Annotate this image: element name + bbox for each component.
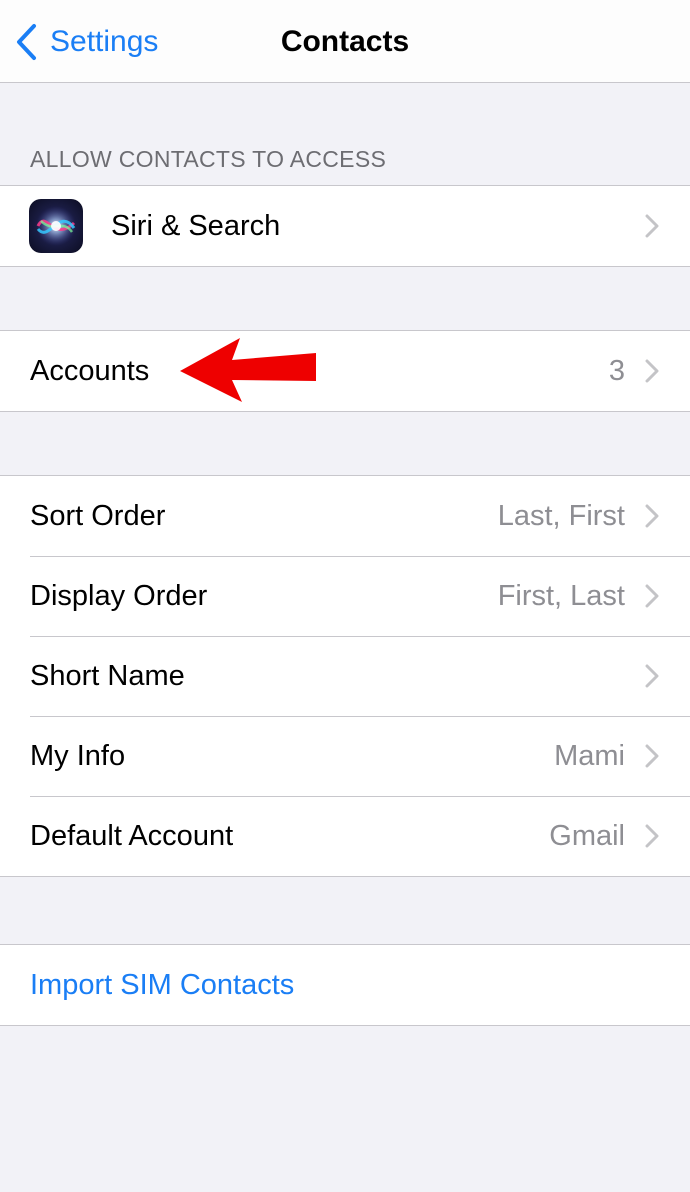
chevron-right-icon bbox=[645, 744, 659, 768]
siri-icon bbox=[29, 199, 83, 253]
navigation-bar: Settings Contacts bbox=[0, 0, 690, 83]
accounts-group: Accounts 3 bbox=[0, 330, 690, 412]
siri-search-label: Siri & Search bbox=[111, 209, 281, 242]
page-title: Contacts bbox=[280, 25, 410, 58]
chevron-right-icon bbox=[645, 214, 659, 238]
default-account-row[interactable]: Default Account Gmail bbox=[0, 796, 690, 876]
display-order-value: First, Last bbox=[497, 579, 625, 612]
my-info-row[interactable]: My Info Mami bbox=[0, 716, 690, 796]
red-arrow-annotation bbox=[180, 338, 316, 402]
section-header-allow-access: ALLOW CONTACTS TO ACCESS bbox=[30, 146, 387, 172]
import-sim-contacts-button[interactable]: Import SIM Contacts bbox=[0, 945, 690, 1025]
chevron-right-icon bbox=[645, 824, 659, 848]
import-group: Import SIM Contacts bbox=[0, 944, 690, 1026]
contacts-settings-group: Sort Order Last, First Display Order Fir… bbox=[0, 475, 690, 877]
siri-search-row[interactable]: Siri & Search bbox=[0, 186, 690, 266]
sort-order-label: Sort Order bbox=[30, 499, 166, 532]
chevron-right-icon bbox=[645, 584, 659, 608]
short-name-row[interactable]: Short Name bbox=[0, 636, 690, 716]
chevron-right-icon bbox=[645, 504, 659, 528]
accounts-label: Accounts bbox=[30, 354, 150, 387]
sort-order-value: Last, First bbox=[497, 499, 625, 532]
accounts-row[interactable]: Accounts 3 bbox=[0, 331, 690, 411]
chevron-right-icon bbox=[645, 359, 659, 383]
my-info-value: Mami bbox=[554, 739, 625, 772]
sort-order-row[interactable]: Sort Order Last, First bbox=[0, 476, 690, 556]
short-name-label: Short Name bbox=[30, 659, 185, 692]
default-account-label: Default Account bbox=[30, 819, 234, 852]
my-info-label: My Info bbox=[30, 739, 126, 772]
chevron-right-icon bbox=[645, 664, 659, 688]
default-account-value: Gmail bbox=[549, 819, 625, 852]
display-order-label: Display Order bbox=[30, 579, 208, 612]
accounts-count: 3 bbox=[608, 354, 625, 387]
display-order-row[interactable]: Display Order First, Last bbox=[0, 556, 690, 636]
allow-access-group: Siri & Search bbox=[0, 185, 690, 267]
import-sim-contacts-label: Import SIM Contacts bbox=[30, 968, 295, 1001]
